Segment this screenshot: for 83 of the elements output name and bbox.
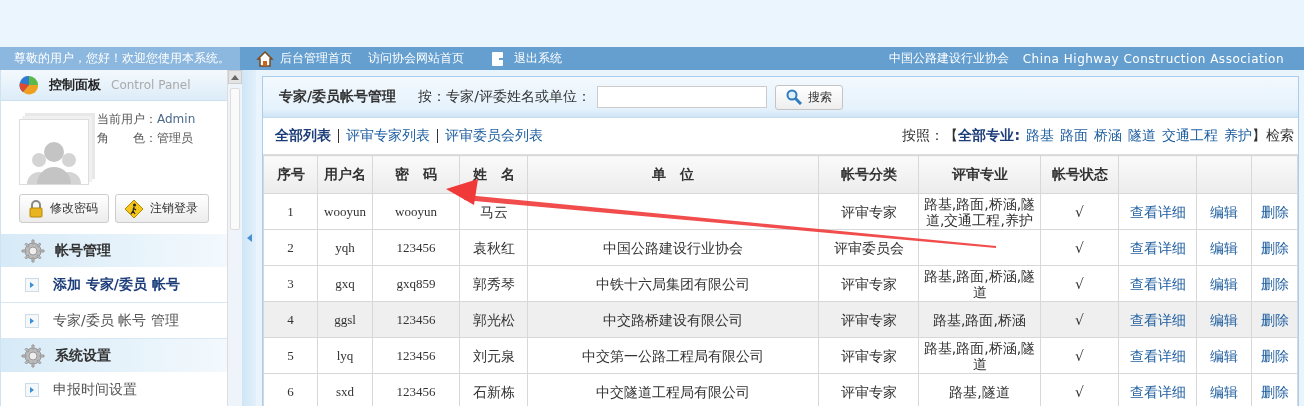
- table-cell: 石新栋: [472, 383, 515, 400]
- filter-suffix: 】检索: [1252, 127, 1294, 145]
- menu-section-header: 系统设置: [1, 339, 228, 372]
- table-cell: 评审专家: [840, 347, 897, 364]
- table-row[interactable]: 5 lyq 123456 刘元泉 中交第一公路工程局有限公司 评审专家 路基,路面,桥涵,隧道 √ 查看详细 编辑 删除: [263, 337, 1298, 374]
- table-cell: 郭光松: [472, 311, 515, 328]
- table-cell: sxd: [335, 383, 355, 399]
- table-cell: 袁秋红: [472, 239, 515, 256]
- welcome-message: 尊敬的用户，您好！欢迎您使用本系统。: [0, 47, 240, 70]
- status-check: √: [1075, 347, 1084, 364]
- table-cell: 评审专家: [840, 203, 897, 220]
- list-filter-link[interactable]: 评审专家列表: [346, 127, 430, 145]
- table-cell: 郭秀琴: [472, 275, 515, 292]
- table-cell: 6: [287, 383, 294, 399]
- table-cell: 5: [287, 347, 294, 363]
- table-cell: 评审委员会: [833, 239, 904, 256]
- menu-section-header: 帐号管理: [1, 234, 228, 267]
- specialty-filter-link[interactable]: 养护: [1224, 127, 1252, 145]
- column-header: 序号: [263, 155, 318, 194]
- column-header: 用户名: [317, 155, 373, 194]
- column-header: 评审专业: [918, 155, 1041, 194]
- table-cell: ggsl: [334, 311, 356, 327]
- table-cell: 评审专家: [840, 311, 897, 328]
- filter-prefix: 按照：【: [902, 127, 959, 145]
- column-header: 单 位: [527, 155, 819, 194]
- list-filter-link[interactable]: 评审委员会列表: [445, 127, 543, 145]
- table-cell: 中国公路建设行业协会: [603, 239, 743, 256]
- page-title: 专家/委员帐号管理: [279, 88, 397, 106]
- table-cell: gxq: [335, 275, 355, 291]
- status-check: √: [1075, 311, 1084, 328]
- column-header: 帐号状态: [1040, 155, 1119, 194]
- specialty-filter-link[interactable]: 桥涵: [1094, 127, 1122, 145]
- table-cell: 中交路桥建设有限公司: [603, 311, 743, 328]
- table-cell: 2: [287, 239, 294, 255]
- status-check: √: [1075, 383, 1084, 400]
- table-cell: 路基,隧道: [949, 383, 1010, 400]
- list-filter-link[interactable]: 全部列表: [275, 127, 331, 145]
- change-password-button[interactable]: 修改密码: [19, 194, 109, 223]
- table-cell: 中交第一公路工程局有限公司: [582, 347, 764, 364]
- table-cell: 中交隧道工程局有限公司: [596, 383, 750, 400]
- table-cell: 1: [287, 203, 294, 219]
- specialty-filter-link[interactable]: 路基: [1026, 127, 1054, 145]
- table-cell: 马云: [479, 203, 508, 220]
- table-cell: 123456: [396, 239, 436, 255]
- organization-name: 中国公路建设行业协会: [888, 50, 1009, 67]
- table-cell: 路基,路面,桥涵,隧道: [923, 267, 1036, 300]
- current-user: 当前用户：Admin: [97, 111, 196, 128]
- column-header: 帐号分类: [818, 155, 919, 194]
- table-cell: wooyun: [324, 203, 366, 219]
- status-check: √: [1075, 275, 1084, 292]
- specialty-filter-link[interactable]: 全部专业:: [958, 127, 1020, 145]
- table-cell: 123456: [396, 347, 436, 363]
- table-row[interactable]: 6 sxd 123456 石新栋 中交隧道工程局有限公司 评审专家 路基,隧道 √ 查看详细 编辑 删除: [263, 373, 1298, 406]
- panel-title: 控制面板: [49, 76, 101, 94]
- status-check: √: [1075, 239, 1084, 256]
- search-label: 按：专家/评委姓名或单位：: [418, 88, 591, 106]
- table-cell: 3: [287, 275, 294, 291]
- search-button[interactable]: 搜索: [774, 84, 843, 110]
- table-row[interactable]: 3 gxq gxq859 郭秀琴 中铁十六局集团有限公司 评审专家 路基,路面,桥涵,隧道 √ 查看详细 编辑 删除: [263, 265, 1298, 302]
- specialty-filter-link[interactable]: 路面: [1060, 127, 1088, 145]
- organization-english-name: China Highway Construction Association: [1022, 51, 1284, 66]
- table-cell: 123456: [396, 383, 436, 399]
- table-cell: lyq: [336, 347, 354, 363]
- column-header: 密 码: [372, 155, 460, 194]
- table-cell: gxq859: [396, 275, 436, 291]
- table-cell: 路基,路面,桥涵,隧道: [923, 339, 1036, 372]
- table-cell: 4: [287, 311, 294, 327]
- panel-subtitle: Control Panel: [111, 78, 191, 92]
- logout-button[interactable]: 注销登录: [115, 194, 209, 223]
- table-cell: 123456: [396, 311, 436, 327]
- user-role: 角 色：管理员: [97, 130, 194, 147]
- table-cell: 评审专家: [840, 275, 897, 292]
- table-cell: 刘元泉: [472, 347, 515, 364]
- table-cell: yqh: [335, 239, 355, 255]
- table-cell: 路基,路面,桥涵,隧道,交通工程,养护: [923, 195, 1036, 228]
- table-cell: 路基,路面,桥涵: [933, 311, 1026, 328]
- specialty-filter-link[interactable]: 隧道: [1128, 127, 1156, 145]
- table-cell: 评审专家: [840, 383, 897, 400]
- status-check: √: [1075, 203, 1084, 220]
- specialty-filter-link[interactable]: 交通工程: [1162, 127, 1218, 145]
- table-cell: 中铁十六局集团有限公司: [596, 275, 750, 292]
- table-row[interactable]: 4 ggsl 123456 郭光松 中交路桥建设有限公司 评审专家 路基,路面,桥涵 √ 查看详细 编辑 删除: [263, 301, 1298, 338]
- table-cell: wooyun: [395, 203, 437, 219]
